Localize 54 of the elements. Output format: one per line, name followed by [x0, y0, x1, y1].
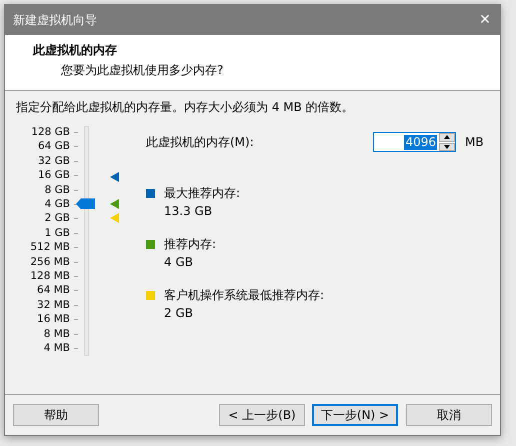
- legend-value: 13.3 GB: [164, 204, 212, 218]
- memory-scale-label: 64 MB: [37, 284, 70, 296]
- memory-scale-label: 1 GB: [44, 226, 70, 239]
- legend-label: 推荐内存:: [164, 236, 216, 253]
- scale-tick: [74, 348, 78, 349]
- page-subtitle: 您要为此虚拟机使用多少内存?: [61, 62, 224, 79]
- scale-tick: [74, 146, 78, 148]
- scale-tick: [74, 262, 78, 263]
- window-title: 新建虚拟机向导: [13, 12, 97, 28]
- memory-scale-label: 32 GB: [38, 154, 70, 167]
- slider-thumb[interactable]: [76, 198, 95, 210]
- memory-scale-label: 512 MB: [30, 241, 70, 254]
- scale-tick: [74, 232, 78, 234]
- memory-scale-label: 8 MB: [44, 328, 70, 340]
- scale-tick: [74, 334, 78, 335]
- unit-label: MB: [465, 135, 484, 149]
- up-arrow-icon: [444, 135, 450, 140]
- memory-spin-field[interactable]: 4096: [373, 132, 456, 152]
- legend-label: 最大推荐内存:: [164, 185, 240, 202]
- scale-tick: [74, 319, 78, 320]
- memory-scale-label: 128 GB: [31, 126, 70, 138]
- scale-tick: [74, 247, 78, 248]
- memory-scale-label: 8 GB: [44, 184, 70, 196]
- legend-label: 客户机操作系统最低推荐内存:: [164, 287, 324, 304]
- memory-scale-label: 4 GB: [44, 198, 70, 210]
- memory-scale-label: 4 MB: [44, 342, 70, 354]
- close-button[interactable]: ✕: [470, 9, 500, 31]
- memory-label: 此虚拟机的内存(M):: [146, 134, 255, 150]
- legend-value: 2 GB: [164, 306, 193, 320]
- cancel-button[interactable]: 取消: [406, 404, 492, 426]
- scale-tick: [74, 190, 78, 191]
- memory-scale-label: 16 GB: [38, 169, 70, 182]
- memory-scale-label: 32 MB: [37, 298, 70, 311]
- scale-tick: [74, 160, 78, 162]
- memory-scale-label: 64 GB: [38, 140, 70, 152]
- spin-down-button[interactable]: [439, 142, 455, 151]
- memory-scale-label: 2 GB: [44, 212, 70, 224]
- page-title: 此虚拟机的内存: [33, 42, 117, 59]
- wizard-nav-button[interactable]: 下一步(N) >: [312, 404, 398, 426]
- legend-value: 4 GB: [164, 255, 193, 269]
- memory-scale-label: 256 MB: [30, 256, 70, 268]
- scale-tick: [74, 132, 78, 133]
- scale-tick: [74, 290, 78, 292]
- down-arrow-icon: [444, 144, 450, 149]
- scale-tick: [74, 175, 78, 176]
- scale-tick: [74, 304, 78, 306]
- wizard-nav-button[interactable]: < 上一步(B): [219, 404, 305, 426]
- scale-tick: [74, 276, 78, 277]
- spin-up-button[interactable]: [439, 133, 455, 142]
- memory-scale-label: 16 MB: [37, 313, 70, 326]
- scale-tick: [74, 218, 78, 220]
- memory-scale-label: 128 MB: [30, 270, 70, 282]
- help-button[interactable]: 帮助: [13, 404, 99, 426]
- instruction-text: 指定分配给此虚拟机的内存量。内存大小必须为 4 MB 的倍数。: [16, 99, 354, 116]
